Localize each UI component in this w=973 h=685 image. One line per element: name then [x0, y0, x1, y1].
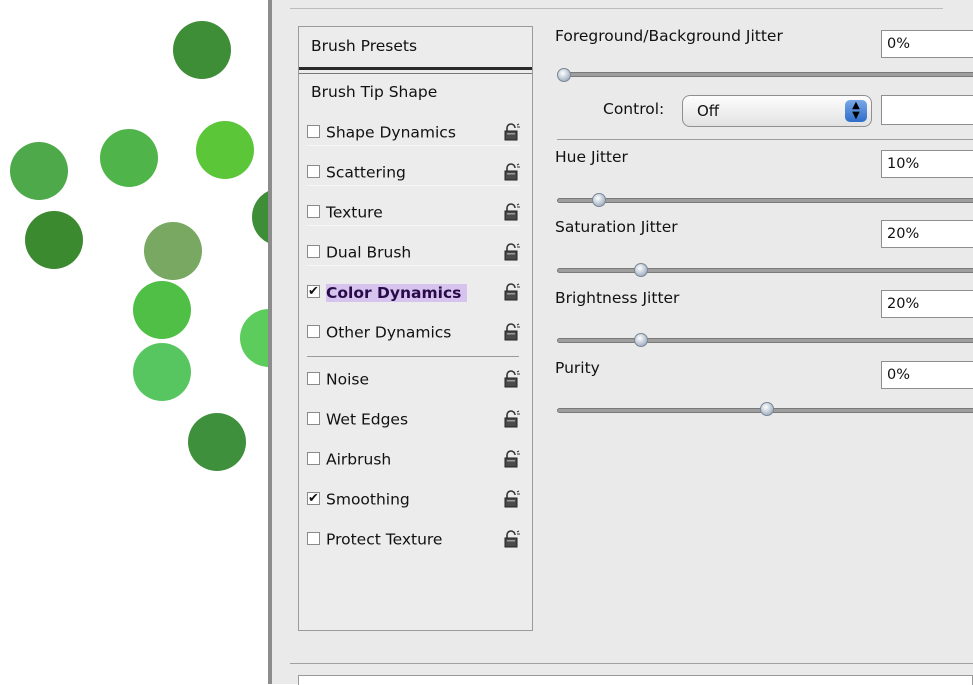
checkbox-icon[interactable] — [307, 452, 320, 465]
option-smoothing[interactable]: ✔ Smoothing — [307, 486, 410, 512]
arrows-glyph: ▲▼ — [852, 100, 860, 121]
lock-icon[interactable] — [504, 163, 520, 181]
brush-tip-shape-label: Brush Tip Shape — [311, 83, 438, 101]
slider-thumb[interactable] — [592, 193, 606, 207]
paint-dot — [10, 142, 68, 200]
saturation-jitter-field[interactable]: 20% — [881, 220, 973, 248]
option-protect-texture[interactable]: Protect Texture — [307, 526, 442, 552]
checkmark-icon: ✔ — [308, 491, 319, 506]
paint-dot — [196, 121, 254, 179]
option-label: Scattering — [326, 163, 406, 182]
paint-dot — [252, 188, 268, 246]
checkbox-icon[interactable] — [307, 205, 320, 218]
panel-top-divider — [290, 8, 943, 9]
slider-thumb[interactable] — [634, 333, 648, 347]
option-airbrush[interactable]: Airbrush — [307, 446, 391, 472]
paint-dot — [144, 222, 202, 280]
row-divider — [307, 185, 519, 186]
checkbox-icon[interactable] — [307, 532, 320, 545]
slider-thumb[interactable] — [634, 263, 648, 277]
section-divider — [557, 139, 973, 140]
lock-icon[interactable] — [504, 370, 520, 388]
control-extra-field[interactable] — [881, 95, 973, 125]
option-color-dynamics[interactable]: ✔ Color Dynamics — [307, 279, 468, 305]
option-label: Shape Dynamics — [326, 123, 456, 142]
saturation-jitter-slider[interactable] — [557, 268, 973, 273]
option-label: Airbrush — [326, 450, 392, 469]
stepper-arrows-icon[interactable]: ▲▼ — [845, 100, 867, 122]
panel-bottom-divider — [290, 663, 973, 664]
option-label-selected: Color Dynamics — [326, 283, 468, 302]
brightness-jitter-field[interactable]: 20% — [881, 290, 973, 318]
brightness-jitter-slider[interactable] — [557, 338, 973, 343]
options-group-divider — [307, 356, 519, 357]
lock-icon[interactable] — [504, 123, 520, 141]
paint-dot — [133, 343, 191, 401]
option-other-dynamics[interactable]: Other Dynamics — [307, 319, 451, 345]
slider-thumb[interactable] — [557, 68, 571, 82]
fg-bg-jitter-label: Foreground/Background Jitter — [555, 27, 783, 45]
option-label: Other Dynamics — [326, 323, 452, 342]
paint-dot — [100, 129, 158, 187]
checkbox-icon[interactable] — [307, 245, 320, 258]
option-texture[interactable]: Texture — [307, 199, 383, 225]
saturation-jitter-label: Saturation Jitter — [555, 218, 678, 236]
control-select[interactable]: Off ▲▼ — [682, 95, 872, 127]
paint-dot — [240, 309, 268, 367]
brightness-jitter-label: Brightness Jitter — [555, 289, 680, 307]
checkbox-icon[interactable] — [307, 325, 320, 338]
paint-dot — [173, 21, 231, 79]
lock-icon[interactable] — [504, 283, 520, 301]
lock-icon[interactable] — [504, 323, 520, 341]
checkbox-icon[interactable] — [307, 412, 320, 425]
option-label: Wet Edges — [326, 410, 409, 429]
brush-presets-label: Brush Presets — [311, 37, 418, 55]
lock-icon[interactable] — [504, 410, 520, 428]
checkbox-icon[interactable]: ✔ — [307, 285, 320, 298]
option-shape-dynamics[interactable]: Shape Dynamics — [307, 119, 456, 145]
lock-icon[interactable] — [504, 530, 520, 548]
option-label: Texture — [326, 203, 383, 222]
lock-icon[interactable] — [504, 243, 520, 261]
hue-jitter-slider[interactable] — [557, 198, 973, 203]
checkbox-icon[interactable]: ✔ — [307, 492, 320, 505]
checkbox-icon[interactable] — [307, 125, 320, 138]
paint-dot — [25, 211, 83, 269]
control-label: Control: — [603, 100, 665, 118]
paint-dot — [133, 281, 191, 339]
hue-jitter-field[interactable]: 10% — [881, 150, 973, 178]
option-wet-edges[interactable]: Wet Edges — [307, 406, 408, 432]
purity-label: Purity — [555, 359, 600, 377]
row-divider — [307, 145, 519, 146]
row-divider — [307, 225, 519, 226]
brush-tip-shape-item[interactable]: Brush Tip Shape — [311, 79, 437, 105]
lock-icon[interactable] — [504, 450, 520, 468]
option-label: Noise — [326, 370, 369, 389]
slider-thumb[interactable] — [760, 402, 774, 416]
option-label: Protect Texture — [326, 530, 443, 549]
presets-divider-shadow — [299, 73, 532, 74]
paint-dot — [188, 413, 246, 471]
option-scattering[interactable]: Scattering — [307, 159, 406, 185]
purity-field[interactable]: 0% — [881, 361, 973, 389]
fg-bg-jitter-field[interactable]: 0% — [881, 30, 973, 58]
option-label: Smoothing — [326, 490, 410, 509]
lock-icon[interactable] — [504, 203, 520, 221]
brush-presets-item[interactable]: Brush Presets — [311, 33, 417, 59]
checkbox-icon[interactable] — [307, 372, 320, 385]
lock-icon[interactable] — [504, 490, 520, 508]
row-divider — [307, 265, 519, 266]
presets-divider — [299, 67, 532, 70]
brushes-panel: Brush Presets Brush Tip Shape Shape Dyna… — [268, 0, 973, 685]
hue-jitter-label: Hue Jitter — [555, 148, 628, 166]
brush-options-list: Brush Presets Brush Tip Shape Shape Dyna… — [298, 26, 533, 631]
checkbox-icon[interactable] — [307, 165, 320, 178]
option-label: Dual Brush — [326, 243, 412, 262]
fg-bg-jitter-slider[interactable] — [557, 72, 973, 77]
control-value: Off — [697, 102, 720, 120]
option-dual-brush[interactable]: Dual Brush — [307, 239, 411, 265]
checkmark-icon: ✔ — [308, 284, 319, 299]
brush-canvas[interactable] — [0, 0, 268, 684]
option-noise[interactable]: Noise — [307, 366, 369, 392]
